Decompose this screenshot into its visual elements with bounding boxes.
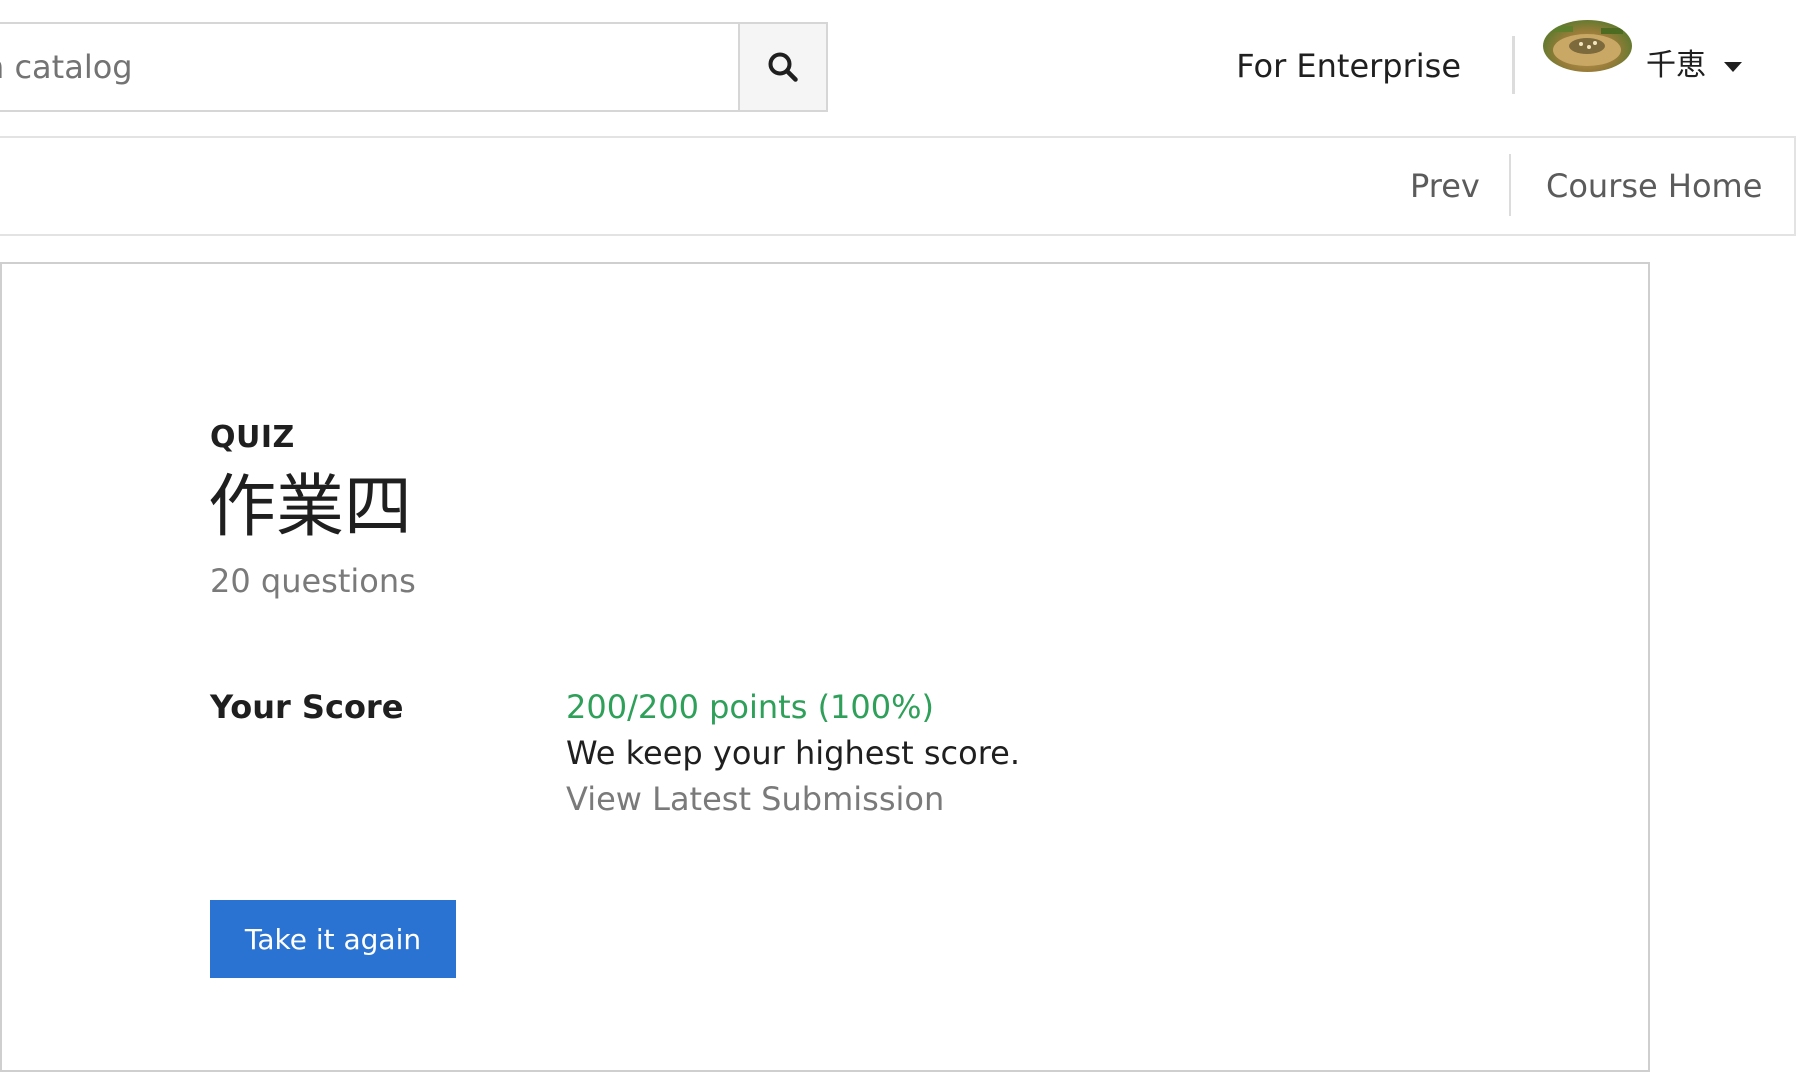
course-home-link[interactable]: Course Home: [1546, 164, 1762, 208]
quiz-type-label: QUIZ: [210, 420, 295, 455]
header-divider: [1512, 36, 1515, 94]
search-box: [0, 22, 828, 112]
question-count: 20 questions: [210, 562, 416, 600]
prev-link[interactable]: Prev: [1410, 164, 1480, 208]
sub-nav: Prev Course Home: [0, 138, 1796, 236]
score-value: 200/200 points (100%): [566, 688, 935, 726]
score-label: Your Score: [210, 688, 404, 726]
caret-down-icon[interactable]: [1724, 62, 1742, 72]
view-latest-submission-link[interactable]: View Latest Submission: [566, 780, 944, 818]
nav-divider: [1509, 154, 1511, 216]
search-icon: [768, 52, 798, 82]
search-button[interactable]: [738, 24, 826, 110]
avatar-image: [1553, 26, 1623, 66]
top-header: For Enterprise 千恵: [0, 0, 1796, 138]
search-input[interactable]: [0, 24, 738, 110]
avatar[interactable]: [1543, 20, 1632, 72]
for-enterprise-link[interactable]: For Enterprise: [1236, 44, 1461, 88]
quiz-title: 作業四: [208, 468, 413, 547]
user-name[interactable]: 千恵: [1646, 44, 1706, 88]
take-it-again-button[interactable]: Take it again: [210, 900, 456, 978]
score-note: We keep your highest score.: [566, 734, 1020, 772]
